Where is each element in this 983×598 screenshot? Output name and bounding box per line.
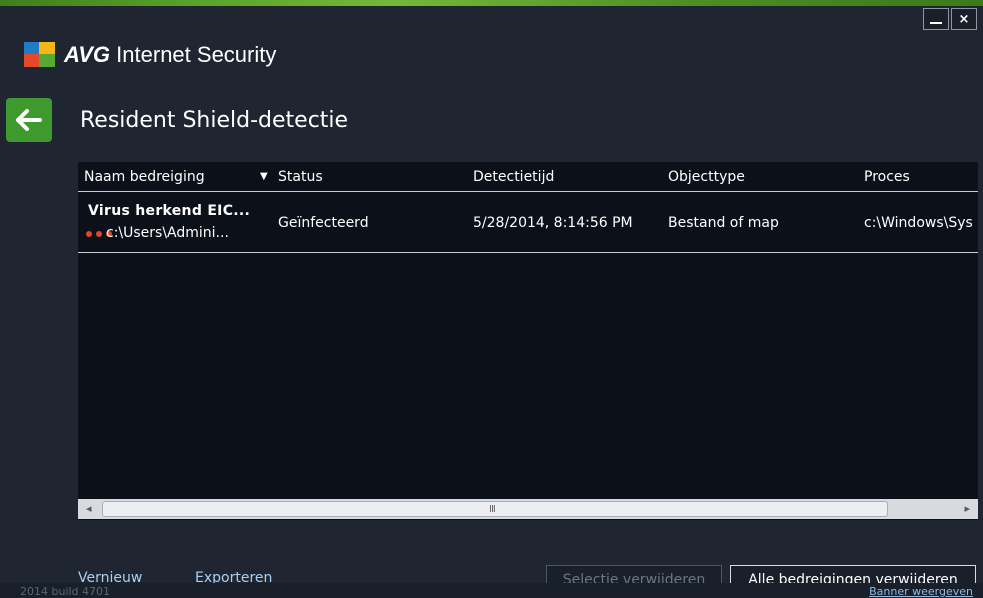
top-accent-bar (0, 0, 983, 6)
build-info: 2014 build 4701 (20, 585, 111, 598)
table-header: Naam bedreiging ▼ Status Detectietijd Ob… (78, 162, 978, 192)
scroll-right-icon[interactable]: ▸ (964, 502, 970, 515)
app-logo: AVG Internet Security (24, 42, 276, 68)
column-header-object-type[interactable]: Objecttype (668, 169, 745, 185)
column-header-name[interactable]: Naam bedreiging (84, 169, 205, 185)
threat-name: Virus herkend EIC... (88, 203, 251, 219)
column-header-status[interactable]: Status (278, 169, 323, 185)
scroll-left-icon[interactable]: ◂ (86, 502, 92, 515)
minimize-button[interactable] (923, 8, 949, 30)
avg-logo-icon (24, 42, 58, 68)
threat-detection-time: 5/28/2014, 8:14:56 PM (473, 215, 633, 231)
threats-table: Naam bedreiging ▼ Status Detectietijd Ob… (78, 162, 978, 520)
scrollbar-thumb[interactable]: III (102, 501, 888, 517)
page-title: Resident Shield-detectie (80, 108, 349, 133)
product-name: Internet Security (116, 42, 277, 67)
horizontal-scrollbar[interactable]: ◂ III ▸ (78, 499, 978, 519)
app-title: AVG Internet Security (64, 42, 276, 68)
brand-name: AVG (64, 42, 111, 67)
threat-status: Geïnfecteerd (278, 215, 369, 231)
column-header-detection-time[interactable]: Detectietijd (473, 169, 554, 185)
sort-desc-icon: ▼ (260, 171, 268, 182)
status-footer: 2014 build 4701 Banner weergeven (0, 583, 983, 598)
arrow-left-icon (16, 109, 42, 131)
app-window: × AVG Internet Security Resident Shield-… (0, 0, 983, 598)
scrollbar-grip-icon: III (489, 504, 496, 515)
threat-path: c:\Users\Admini... (106, 225, 229, 241)
threat-object-type: Bestand of map (668, 215, 779, 231)
minimize-icon (930, 22, 942, 24)
window-controls: × (923, 8, 977, 30)
threat-process: c:\Windows\Sys (864, 215, 973, 231)
close-button[interactable]: × (951, 8, 977, 30)
back-button[interactable] (6, 98, 52, 142)
column-header-process[interactable]: Proces (864, 169, 910, 185)
show-banner-link[interactable]: Banner weergeven (869, 585, 973, 598)
table-row[interactable]: Virus herkend EIC... c:\Users\Admini... … (78, 193, 978, 253)
